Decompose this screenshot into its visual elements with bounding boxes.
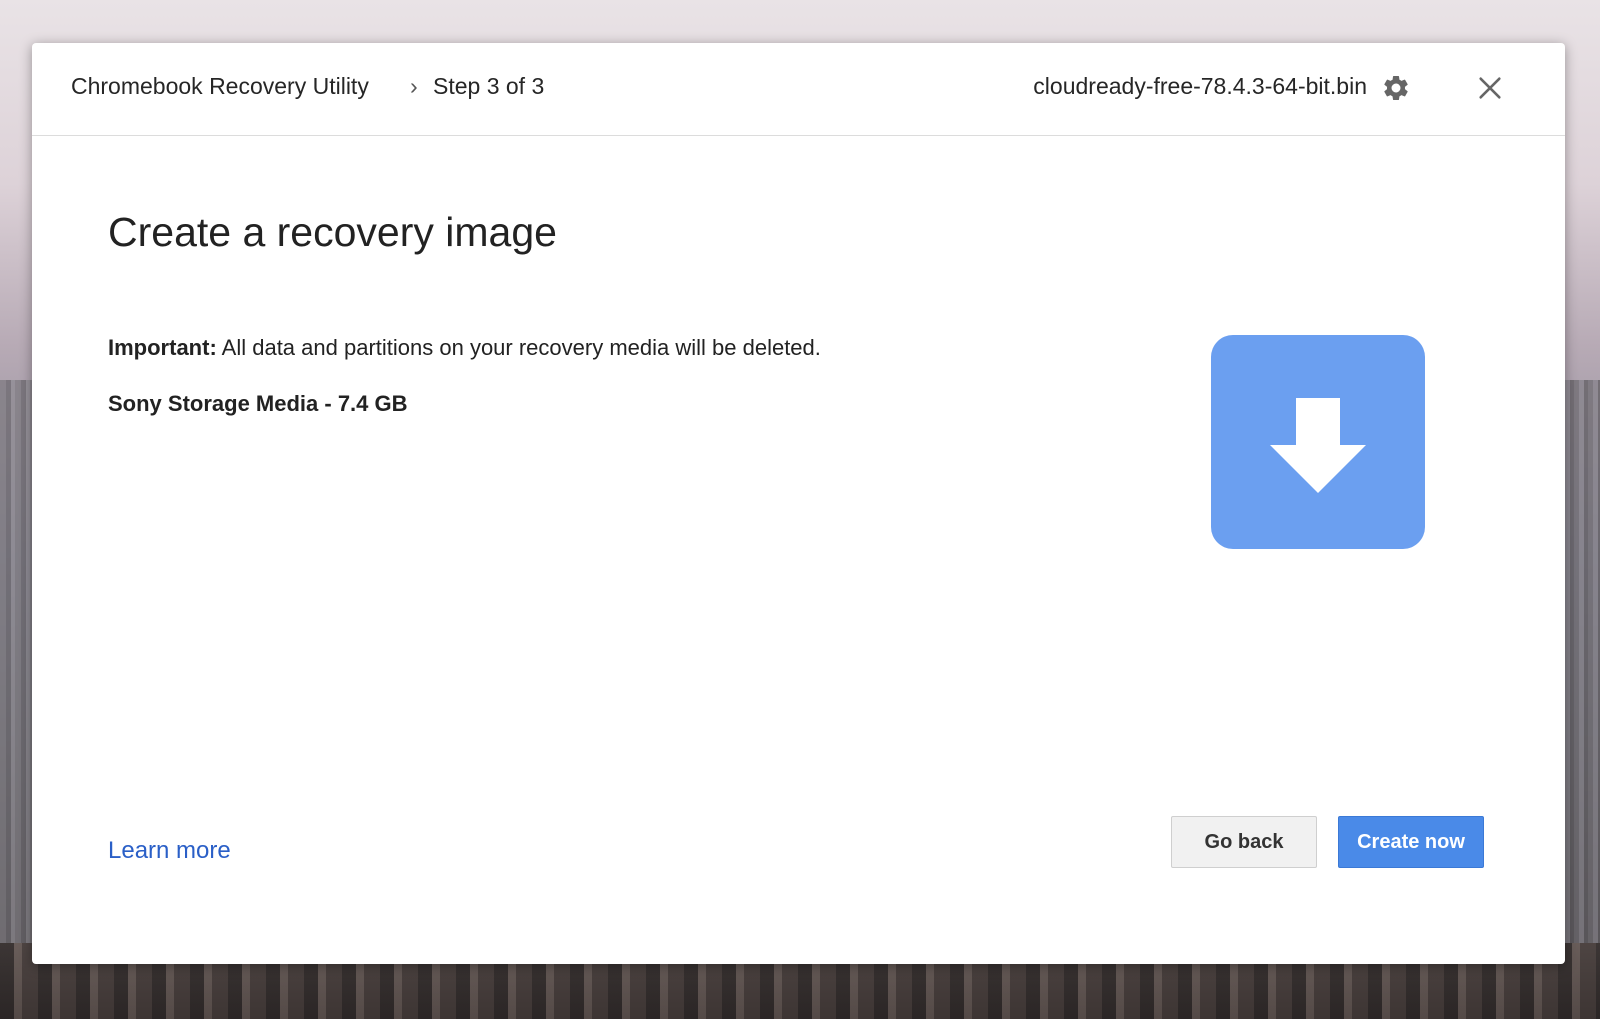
close-icon[interactable] bbox=[1476, 74, 1504, 102]
selected-device: Sony Storage Media - 7.4 GB bbox=[108, 391, 408, 416]
download-arrow-icon bbox=[1270, 398, 1366, 493]
breadcrumb-app-name: Chromebook Recovery Utility bbox=[71, 73, 369, 99]
dialog-header: Chromebook Recovery Utility › Step 3 of … bbox=[32, 43, 1565, 136]
warning-message: Important: All data and partitions on yo… bbox=[108, 335, 821, 361]
download-tile bbox=[1211, 335, 1425, 549]
go-back-button[interactable]: Go back bbox=[1171, 816, 1317, 868]
warning-text: All data and partitions on your recovery… bbox=[216, 335, 821, 360]
selected-file-name: cloudready-free-78.4.3-64-bit.bin bbox=[1033, 73, 1367, 99]
page-title: Create a recovery image bbox=[108, 209, 557, 255]
gear-icon[interactable] bbox=[1381, 73, 1411, 103]
background-city-right bbox=[1560, 380, 1600, 1019]
create-now-button[interactable]: Create now bbox=[1338, 816, 1484, 868]
breadcrumb-separator: › bbox=[410, 73, 418, 99]
recovery-dialog: Chromebook Recovery Utility › Step 3 of … bbox=[32, 43, 1565, 964]
breadcrumb-step: Step 3 of 3 bbox=[433, 73, 545, 99]
warning-label: Important: bbox=[108, 335, 217, 360]
learn-more-link[interactable]: Learn more bbox=[108, 837, 231, 865]
